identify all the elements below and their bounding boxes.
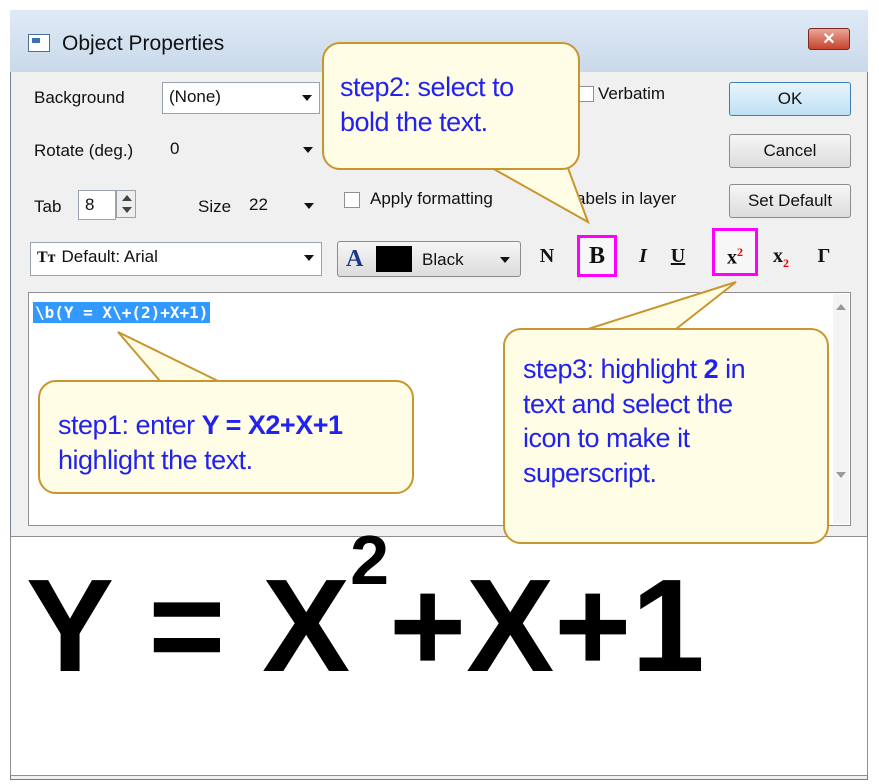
step1-line2: highlight the text. — [58, 444, 253, 475]
step1-pointer — [117, 331, 219, 382]
step2-line1: step2: select to — [340, 72, 514, 102]
step3-line1a: step3: highlight — [523, 354, 704, 384]
step2-pointer — [488, 167, 590, 225]
step1-callout: step1: enter Y = X2+X+1 highlight the te… — [38, 380, 414, 494]
step1-prefix: step1: enter — [58, 410, 202, 440]
step3-line3: icon to make it — [523, 423, 690, 454]
step3-line2: text and select the — [523, 388, 733, 419]
step3-pointer — [587, 281, 737, 330]
step3-line4: superscript. — [523, 457, 657, 488]
step3-line1b: in — [718, 354, 746, 384]
step1-equation: Y = X2+X+1 — [201, 410, 343, 440]
step3-bold: 2 — [703, 354, 719, 384]
step3-callout: step3: highlight 2 in text and select th… — [503, 328, 829, 544]
step2-line2: bold the text. — [340, 106, 488, 137]
step2-callout: step2: select to bold the text. — [322, 42, 580, 170]
